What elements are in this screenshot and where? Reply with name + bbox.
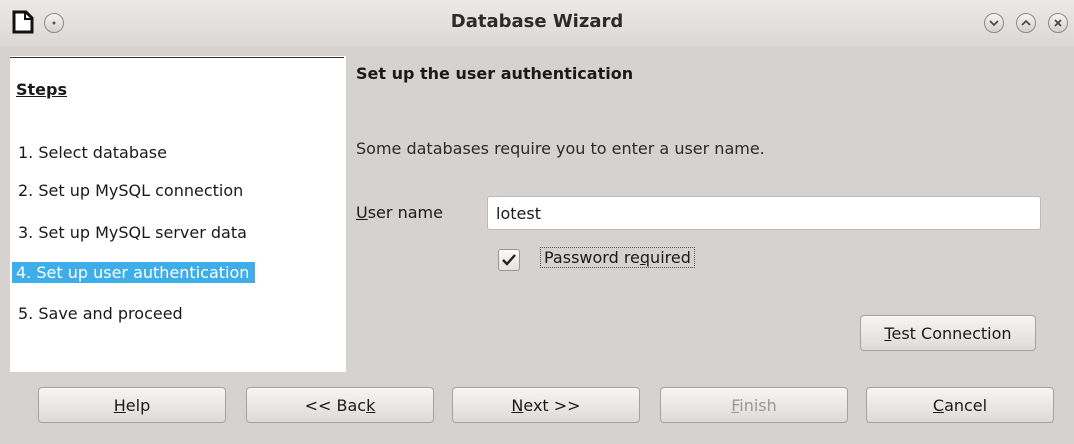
password-required-checkbox[interactable] (498, 249, 520, 271)
window-title: Database Wizard (450, 11, 624, 32)
user-name-label: User name (356, 203, 443, 222)
finish-button: Finish (660, 387, 848, 423)
steps-heading: Steps (16, 80, 67, 99)
user-name-input[interactable] (487, 196, 1041, 230)
next-button[interactable]: Next >> (452, 387, 640, 423)
back-button[interactable]: << Back (246, 387, 434, 423)
checkmark-icon (502, 254, 516, 266)
maximize-icon[interactable] (1016, 13, 1036, 33)
test-connection-button[interactable]: Test Connection (860, 315, 1036, 351)
step-mysql-connection[interactable]: 2. Set up MySQL connection (16, 180, 245, 201)
step-select-database[interactable]: 1. Select database (16, 142, 169, 163)
password-required-label[interactable]: Password required (540, 247, 695, 268)
description-text: Some databases require you to enter a us… (356, 139, 765, 158)
step-user-authentication[interactable]: 4. Set up user authentication (12, 262, 256, 283)
step-save-and-proceed[interactable]: 5. Save and proceed (16, 303, 185, 324)
minimize-icon[interactable] (984, 13, 1004, 33)
steps-panel (10, 56, 346, 372)
cancel-button[interactable]: Cancel (866, 387, 1054, 423)
steps-divider (10, 57, 344, 58)
section-title: Set up the user authentication (356, 64, 634, 83)
close-icon[interactable] (1048, 13, 1068, 33)
step-mysql-server-data[interactable]: 3. Set up MySQL server data (16, 222, 249, 243)
title-bar: Database Wizard (0, 0, 1074, 46)
help-button[interactable]: Help (38, 387, 226, 423)
